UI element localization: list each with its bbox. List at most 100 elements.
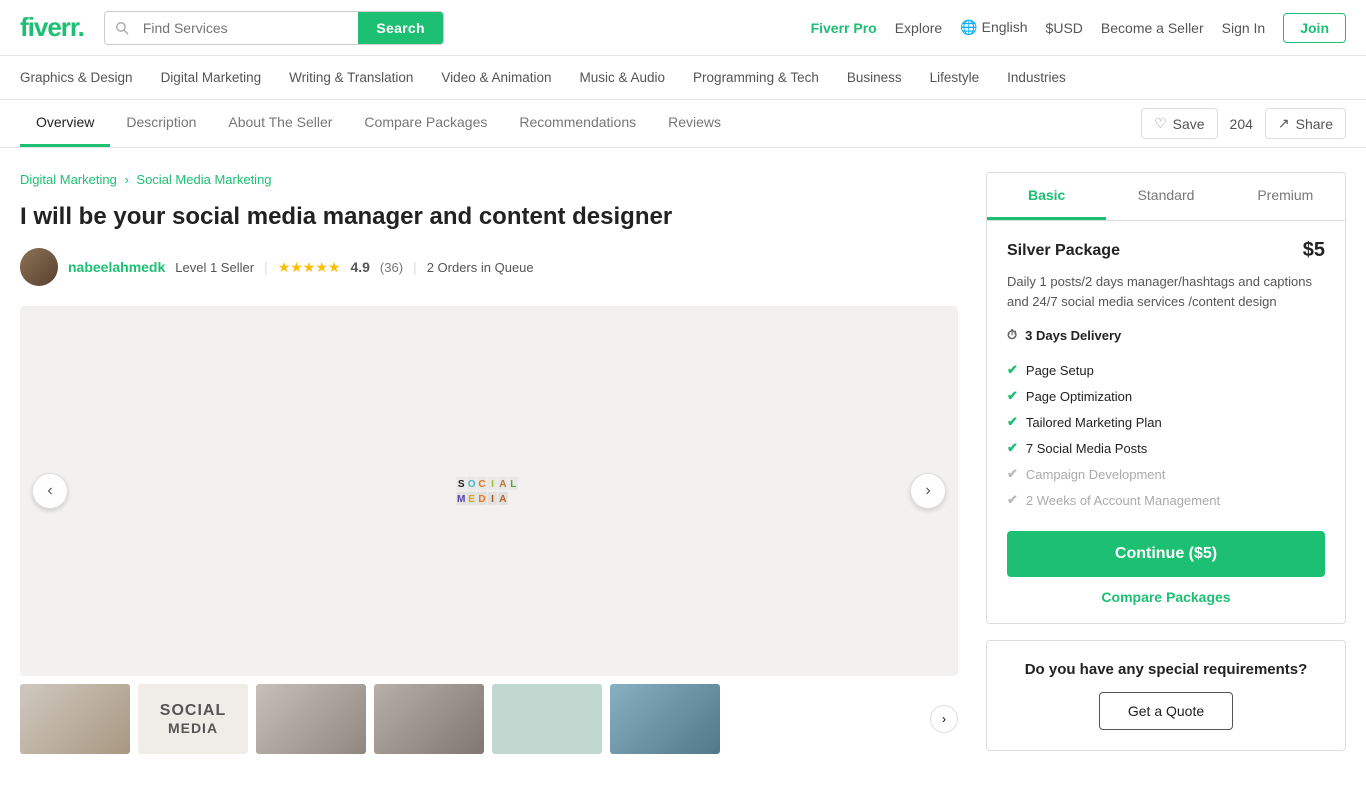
seller-name[interactable]: nabeelahmedk [68, 259, 165, 275]
avatar [20, 248, 58, 286]
svg-text:C: C [478, 479, 485, 490]
thumbnail-next-button[interactable]: › [930, 705, 958, 733]
thumbnail-1[interactable] [20, 684, 130, 754]
svg-text:O: O [468, 479, 476, 490]
svg-text:I: I [491, 494, 494, 505]
rating-value: 4.9 [350, 259, 369, 275]
package-name: Silver Package [1007, 242, 1120, 260]
feature-social-posts: ✔ 7 Social Media Posts [1007, 435, 1325, 461]
check-icon-1: ✔ [1007, 362, 1018, 378]
main-content: Digital Marketing › Social Media Marketi… [0, 148, 1366, 794]
tab-recommendations[interactable]: Recommendations [503, 100, 652, 147]
search-input[interactable] [139, 12, 359, 44]
fiverr-pro-link[interactable]: Fiverr Pro [811, 20, 877, 36]
continue-button[interactable]: Continue ($5) [1007, 531, 1325, 577]
compare-packages-link[interactable]: Compare Packages [1007, 589, 1325, 605]
cat-nav-writing[interactable]: Writing & Translation [289, 66, 413, 89]
thumbnail-6[interactable] [610, 684, 720, 754]
search-icon [105, 12, 139, 44]
tab-description[interactable]: Description [110, 100, 212, 147]
svg-text:S: S [458, 479, 465, 490]
cat-nav-programming[interactable]: Programming & Tech [693, 66, 819, 89]
tab-standard[interactable]: Standard [1106, 173, 1225, 220]
breadcrumb-child[interactable]: Social Media Marketing [136, 172, 271, 187]
explore-link[interactable]: Explore [895, 20, 942, 36]
feature-label-6: 2 Weeks of Account Management [1026, 493, 1220, 508]
main-gig-image: ‹ S O [20, 306, 958, 676]
tab-compare-packages[interactable]: Compare Packages [348, 100, 503, 147]
svg-text:A: A [499, 479, 506, 490]
save-button[interactable]: ♡ Save [1141, 108, 1217, 139]
cat-nav-graphics[interactable]: Graphics & Design [20, 66, 133, 89]
package-panel: Basic Standard Premium Silver Package $5… [986, 172, 1346, 624]
quote-title: Do you have any special requirements? [1007, 661, 1325, 678]
cat-nav-digital[interactable]: Digital Marketing [161, 66, 262, 89]
package-description: Daily 1 posts/2 days manager/hashtags an… [1007, 272, 1325, 311]
breadcrumb: Digital Marketing › Social Media Marketi… [20, 172, 958, 187]
language-selector[interactable]: 🌐English [960, 19, 1027, 36]
thumbnail-5[interactable] [492, 684, 602, 754]
cat-nav-business[interactable]: Business [847, 66, 902, 89]
orders-in-queue: 2 Orders in Queue [427, 260, 534, 275]
seller-level: Level 1 Seller [175, 260, 254, 275]
sign-in-link[interactable]: Sign In [1222, 20, 1266, 36]
tab-about-seller[interactable]: About The Seller [212, 100, 348, 147]
thumbnail-strip: SOCIAL MEDIA › [20, 684, 958, 754]
top-nav: fiverr. Search Fiverr Pro Explore 🌐Engli… [0, 0, 1366, 56]
package-delivery: ⏱ 3 Days Delivery [1007, 327, 1325, 343]
heart-icon: ♡ [1154, 115, 1167, 132]
cat-nav-music[interactable]: Music & Audio [580, 66, 666, 89]
svg-text:I: I [491, 479, 494, 490]
delivery-text: 3 Days Delivery [1025, 328, 1121, 343]
thumbnail-2[interactable]: SOCIAL MEDIA [138, 684, 248, 754]
tab-reviews[interactable]: Reviews [652, 100, 737, 147]
share-label: Share [1296, 116, 1333, 132]
tab-overview[interactable]: Overview [20, 100, 110, 147]
package-price: $5 [1303, 239, 1325, 262]
tab-premium[interactable]: Premium [1226, 173, 1345, 220]
svg-text:A: A [499, 494, 506, 505]
top-nav-right: Fiverr Pro Explore 🌐English $USD Become … [811, 13, 1346, 43]
cat-nav-lifestyle[interactable]: Lifestyle [930, 66, 980, 89]
search-button[interactable]: Search [358, 12, 443, 44]
become-seller-link[interactable]: Become a Seller [1101, 20, 1204, 36]
package-header: Silver Package $5 [1007, 239, 1325, 262]
svg-text:L: L [510, 479, 516, 490]
svg-text:M: M [457, 494, 465, 505]
svg-text:E: E [468, 494, 475, 505]
get-quote-button[interactable]: Get a Quote [1099, 692, 1233, 730]
check-icon-4: ✔ [1007, 440, 1018, 456]
cat-nav-industries[interactable]: Industries [1007, 66, 1066, 89]
feature-page-optimization: ✔ Page Optimization [1007, 383, 1325, 409]
breadcrumb-separator: › [124, 172, 132, 187]
feature-campaign: ✔ Campaign Development [1007, 461, 1325, 487]
breadcrumb-parent[interactable]: Digital Marketing [20, 172, 117, 187]
logo-text: fiverr [20, 12, 78, 42]
feature-label-1: Page Setup [1026, 363, 1094, 378]
currency-selector[interactable]: $USD [1046, 20, 1083, 36]
check-icon-6: ✔ [1007, 492, 1018, 508]
prev-image-button[interactable]: ‹ [32, 473, 68, 509]
thumbnail-4[interactable] [374, 684, 484, 754]
check-icon-5: ✔ [1007, 466, 1018, 482]
check-icon-2: ✔ [1007, 388, 1018, 404]
search-bar: Search [104, 11, 444, 45]
feature-label-5: Campaign Development [1026, 467, 1165, 482]
logo[interactable]: fiverr. [20, 12, 84, 43]
next-image-button[interactable]: › [910, 473, 946, 509]
join-button[interactable]: Join [1283, 13, 1346, 43]
share-button[interactable]: ↗ Share [1265, 108, 1346, 139]
tab-basic[interactable]: Basic [987, 173, 1106, 220]
left-column: Digital Marketing › Social Media Marketi… [20, 172, 958, 770]
feature-label-2: Page Optimization [1026, 389, 1132, 404]
feature-list: ✔ Page Setup ✔ Page Optimization ✔ Tailo… [1007, 357, 1325, 513]
save-count: 204 [1230, 116, 1253, 132]
feature-marketing-plan: ✔ Tailored Marketing Plan [1007, 409, 1325, 435]
gig-title: I will be your social media manager and … [20, 201, 958, 232]
image-area: ‹ S O [20, 306, 958, 754]
feature-account-management: ✔ 2 Weeks of Account Management [1007, 487, 1325, 513]
feature-label-3: Tailored Marketing Plan [1026, 415, 1162, 430]
right-column: Basic Standard Premium Silver Package $5… [986, 172, 1346, 770]
thumbnail-3[interactable] [256, 684, 366, 754]
cat-nav-video[interactable]: Video & Animation [441, 66, 551, 89]
